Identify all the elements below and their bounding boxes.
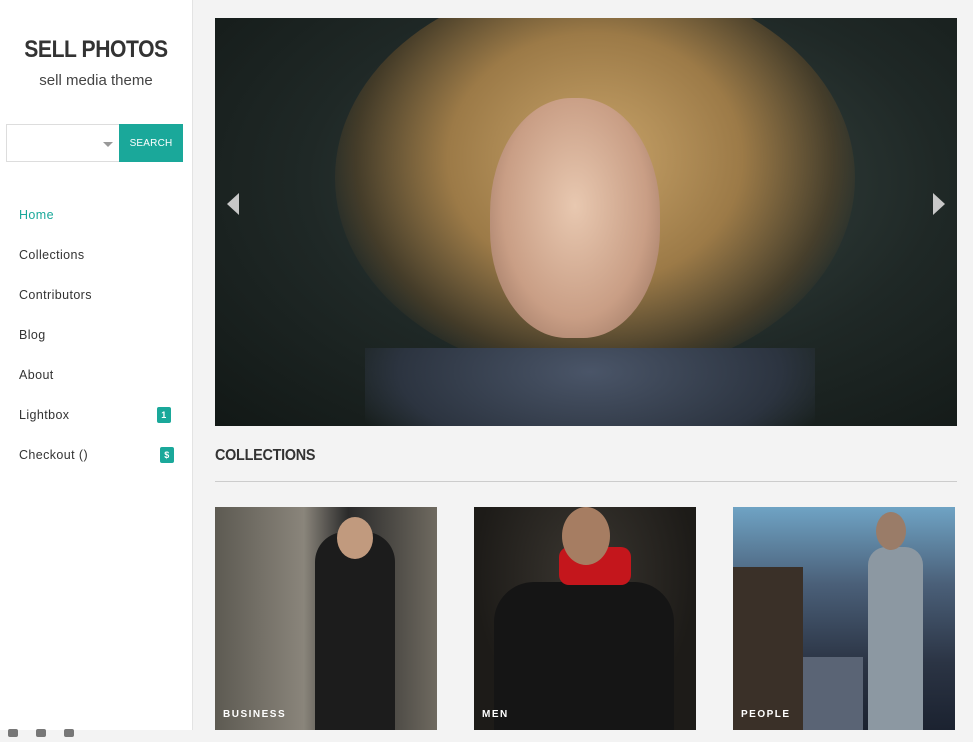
card-figure-head (562, 507, 610, 565)
card-figure-head (337, 517, 373, 559)
card-caption: BUSINESS (223, 709, 287, 720)
hero-image-face (490, 98, 660, 338)
site-tagline: sell media theme (39, 72, 153, 89)
nav-item-label: Checkout () (19, 448, 89, 462)
lightbox-count-badge: 1 (157, 407, 171, 423)
search-form: SEARCH (6, 124, 183, 162)
nav-item-lightbox[interactable]: Lightbox 1 (19, 407, 179, 448)
nav-item-label: Contributors (19, 288, 92, 302)
card-street (803, 657, 863, 730)
main-nav: Home Collections Contributors Blog About… (19, 208, 179, 488)
card-caption: MEN (482, 709, 509, 720)
checkout-badge: $ (160, 447, 174, 463)
collections-heading: COLLECTIONS (215, 447, 316, 464)
chevron-left-icon[interactable] (227, 193, 239, 215)
hero-slider[interactable] (215, 18, 957, 426)
collection-card-men[interactable]: MEN (474, 507, 696, 730)
sidebar: SELL PHOTOS sell media theme SEARCH Home… (0, 0, 193, 737)
twitter-icon[interactable] (36, 729, 46, 737)
nav-item-label: About (19, 368, 54, 382)
facebook-icon[interactable] (8, 729, 18, 737)
card-caption: PEOPLE (741, 709, 791, 720)
card-figure (868, 547, 923, 730)
hero-image-shoulders (365, 348, 815, 426)
nav-item-label: Blog (19, 328, 46, 342)
nav-item-checkout[interactable]: Checkout () $ (19, 447, 179, 488)
card-figure (315, 532, 395, 730)
card-figure (494, 582, 674, 730)
nav-item-blog[interactable]: Blog (19, 328, 179, 368)
nav-item-label: Lightbox (19, 408, 70, 422)
nav-item-collections[interactable]: Collections (19, 248, 179, 288)
nav-item-home[interactable]: Home (19, 208, 179, 248)
section-divider (215, 481, 957, 482)
search-select[interactable] (6, 124, 120, 162)
chevron-right-icon[interactable] (933, 193, 945, 215)
search-button[interactable]: SEARCH (119, 124, 183, 162)
card-figure-head (876, 512, 906, 550)
social-links (8, 724, 92, 742)
nav-item-label: Collections (19, 248, 85, 262)
site-title[interactable]: SELL PHOTOS (12, 36, 181, 64)
nav-item-contributors[interactable]: Contributors (19, 288, 179, 328)
chevron-down-icon (103, 142, 113, 147)
nav-item-label: Home (19, 208, 54, 222)
pinterest-icon[interactable] (64, 729, 74, 737)
collection-card-people[interactable]: PEOPLE (733, 507, 955, 730)
nav-item-about[interactable]: About (19, 368, 179, 408)
collection-card-business[interactable]: BUSINESS (215, 507, 437, 730)
card-buildings (733, 567, 803, 730)
